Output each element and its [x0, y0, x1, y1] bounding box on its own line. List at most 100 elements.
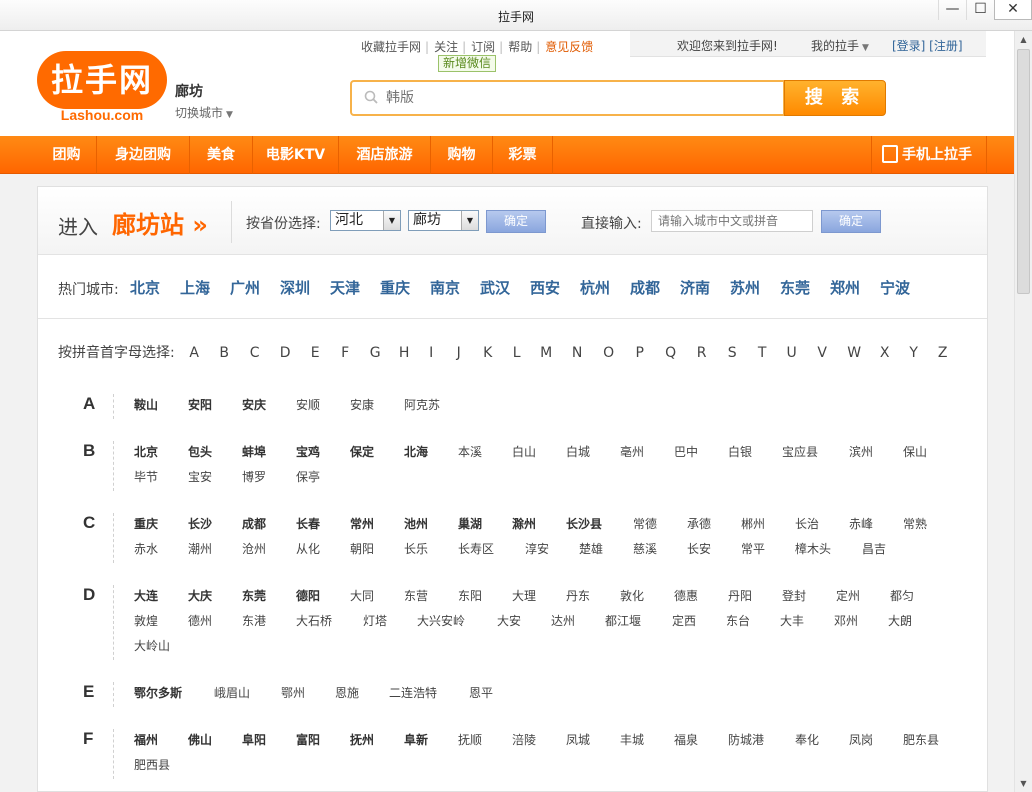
city-link[interactable]: 朝阳 — [350, 540, 404, 557]
city-link[interactable]: 抚顺 — [458, 731, 512, 748]
city-link[interactable]: 亳州 — [620, 443, 674, 460]
city-link[interactable]: 常平 — [741, 540, 795, 557]
hot-city-link[interactable]: 杭州 — [580, 277, 630, 298]
city-link[interactable]: 福泉 — [674, 731, 728, 748]
maximize-button[interactable]: ☐ — [966, 0, 994, 20]
scrollbar-thumb[interactable] — [1017, 49, 1030, 294]
province-confirm-button[interactable]: 确定 — [486, 210, 546, 233]
wechat-tag[interactable]: 新增微信 — [438, 55, 497, 72]
hot-city-link[interactable]: 上海 — [180, 277, 230, 298]
city-link[interactable]: 北京 — [134, 443, 188, 460]
city-link[interactable]: 丹东 — [566, 587, 620, 604]
city-link[interactable]: 德阳 — [296, 587, 350, 604]
city-link[interactable]: 东营 — [404, 587, 458, 604]
city-link[interactable]: 昌吉 — [862, 540, 916, 557]
city-link[interactable]: 宝应县 — [782, 443, 849, 460]
direct-confirm-button[interactable]: 确定 — [821, 210, 881, 233]
letter-link-g[interactable]: G — [360, 345, 390, 361]
city-link[interactable]: 大朗 — [888, 612, 942, 629]
hot-city-link[interactable]: 天津 — [330, 277, 380, 298]
city-link[interactable]: 阿克苏 — [404, 396, 471, 413]
city-link[interactable]: 常州 — [350, 515, 404, 532]
city-link[interactable]: 定州 — [836, 587, 890, 604]
city-link[interactable]: 宝鸡 — [296, 443, 350, 460]
letter-link-r[interactable]: R — [686, 345, 717, 361]
city-link[interactable]: 慈溪 — [633, 540, 687, 557]
city-link[interactable]: 大安 — [497, 612, 551, 629]
city-link[interactable]: 白银 — [728, 443, 782, 460]
city-link[interactable]: 大岭山 — [134, 637, 201, 654]
city-link[interactable]: 都江堰 — [605, 612, 672, 629]
toplink-favorite[interactable]: 收藏拉手网 — [361, 40, 421, 54]
letter-link-v[interactable]: V — [806, 345, 838, 361]
city-link[interactable]: 博罗 — [242, 468, 296, 485]
direct-city-input[interactable] — [651, 210, 813, 232]
city-link[interactable]: 抚州 — [350, 731, 404, 748]
close-button[interactable]: ✕ — [994, 0, 1032, 20]
city-link[interactable]: 凤城 — [566, 731, 620, 748]
letter-link-m[interactable]: M — [531, 345, 561, 361]
city-link[interactable]: 防城港 — [728, 731, 795, 748]
city-link[interactable]: 成都 — [242, 515, 296, 532]
city-link[interactable]: 楚雄 — [579, 540, 633, 557]
city-link[interactable]: 白城 — [566, 443, 620, 460]
city-link[interactable]: 阜新 — [404, 731, 458, 748]
city-link[interactable]: 长沙县 — [566, 515, 633, 532]
vertical-scrollbar[interactable]: ▲ ▼ — [1014, 31, 1032, 792]
city-link[interactable]: 安阳 — [188, 396, 242, 413]
city-link[interactable]: 东台 — [726, 612, 780, 629]
city-link[interactable]: 池州 — [404, 515, 458, 532]
city-link[interactable]: 长乐 — [404, 540, 458, 557]
login-register-links[interactable]: [登录] [注册] — [892, 37, 963, 54]
city-link[interactable]: 丹阳 — [728, 587, 782, 604]
city-link[interactable]: 赤水 — [134, 540, 188, 557]
city-link[interactable]: 德州 — [188, 612, 242, 629]
city-link[interactable]: 恩施 — [335, 684, 389, 701]
city-link[interactable]: 峨眉山 — [214, 684, 281, 701]
mobile-lashou-link[interactable]: 手机上拉手 — [871, 136, 987, 174]
city-link[interactable]: 淳安 — [525, 540, 579, 557]
minimize-button[interactable]: — — [938, 0, 966, 20]
nav-item-hotel-travel[interactable]: 酒店旅游 — [339, 136, 431, 174]
city-link[interactable]: 安庆 — [242, 396, 296, 413]
letter-link-k[interactable]: K — [473, 345, 502, 361]
city-link[interactable]: 承德 — [687, 515, 741, 532]
city-link[interactable]: 从化 — [296, 540, 350, 557]
letter-link-f[interactable]: F — [330, 345, 360, 361]
city-link[interactable]: 灯塔 — [363, 612, 417, 629]
city-link[interactable]: 保山 — [903, 443, 957, 460]
nav-item-tuangou[interactable]: 团购 — [37, 136, 97, 174]
hot-city-link[interactable]: 深圳 — [280, 277, 330, 298]
station-link[interactable]: 廊坊站 » — [112, 205, 208, 240]
scroll-up-icon[interactable]: ▲ — [1015, 31, 1032, 48]
city-link[interactable]: 东港 — [242, 612, 296, 629]
letter-link-w[interactable]: W — [838, 345, 870, 361]
hot-city-link[interactable]: 苏州 — [730, 277, 780, 298]
nav-item-nearby[interactable]: 身边团购 — [97, 136, 190, 174]
letter-link-p[interactable]: P — [624, 345, 655, 361]
hot-city-link[interactable]: 成都 — [630, 277, 680, 298]
city-link[interactable]: 毕节 — [134, 468, 188, 485]
city-link[interactable]: 常熟 — [903, 515, 957, 532]
city-link[interactable]: 都匀 — [890, 587, 944, 604]
city-link[interactable]: 长寿区 — [458, 540, 525, 557]
city-link[interactable]: 达州 — [551, 612, 605, 629]
hot-city-link[interactable]: 南京 — [430, 277, 480, 298]
city-link[interactable]: 本溪 — [458, 443, 512, 460]
city-link[interactable]: 东阳 — [458, 587, 512, 604]
city-link[interactable]: 凤岗 — [849, 731, 903, 748]
city-link[interactable]: 恩平 — [469, 684, 523, 701]
city-link[interactable]: 阜阳 — [242, 731, 296, 748]
city-link[interactable]: 敦化 — [620, 587, 674, 604]
letter-link-a[interactable]: A — [179, 345, 209, 361]
province-select[interactable]: 河北 ▼ — [330, 210, 401, 231]
hot-city-link[interactable]: 宁波 — [880, 277, 930, 298]
city-link[interactable]: 佛山 — [188, 731, 242, 748]
city-link[interactable]: 大连 — [134, 587, 188, 604]
city-link[interactable]: 敦煌 — [134, 612, 188, 629]
letter-link-y[interactable]: Y — [899, 345, 928, 361]
city-link[interactable]: 安康 — [350, 396, 404, 413]
logo[interactable]: 拉手网 Lashou.com — [37, 51, 167, 123]
letter-link-j[interactable]: J — [444, 345, 473, 361]
city-link[interactable]: 长沙 — [188, 515, 242, 532]
